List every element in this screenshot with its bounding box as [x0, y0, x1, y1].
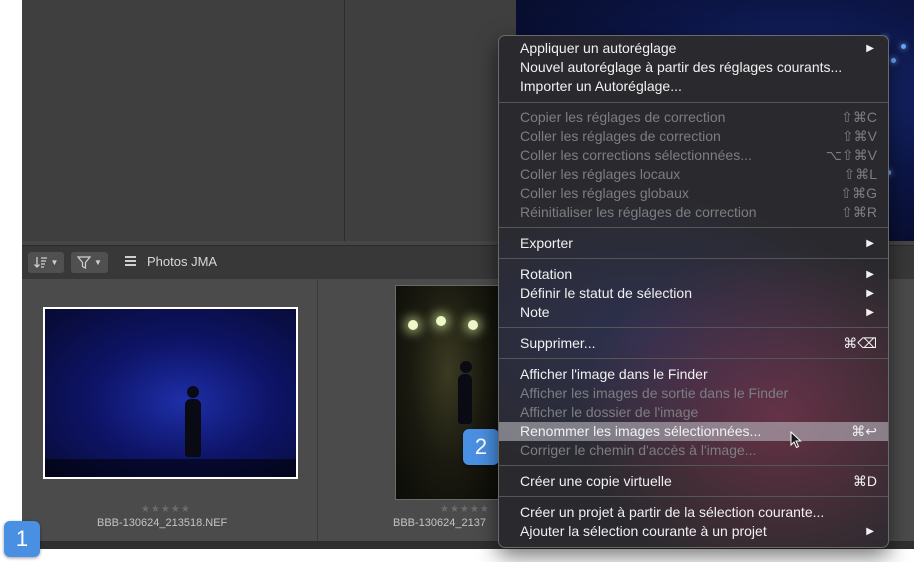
- menu-item-paste-adjustments: Coller les réglages de correction ⇧⌘V: [520, 128, 877, 144]
- sort-button[interactable]: ▼: [28, 252, 64, 273]
- menu-item-show-in-finder[interactable]: Afficher l'image dans le Finder: [499, 365, 888, 384]
- menu-item-selection-status[interactable]: Définir le statut de sélection ▶: [499, 284, 888, 303]
- thumbnail-divider: [317, 279, 318, 541]
- menu-item-reset-adjustments: Réinitialiser les réglages de correction…: [520, 204, 877, 220]
- album-name: Photos JMA: [147, 254, 218, 269]
- submenu-arrow-icon: ▶: [866, 288, 874, 299]
- filter-button[interactable]: ▼: [71, 252, 108, 273]
- menu-separator: [499, 496, 888, 497]
- menu-item-paste-local: Coller les réglages locaux ⇧⌘L: [520, 166, 877, 182]
- menu-separator: [499, 258, 888, 259]
- menu-separator: [499, 465, 888, 466]
- sort-icon: [33, 257, 47, 268]
- chevron-down-icon: ▼: [94, 258, 102, 267]
- thumbnail-filename: BBB-130624_2137: [393, 517, 486, 529]
- menu-item-rotation[interactable]: Rotation ▶: [499, 265, 888, 284]
- menu-item-show-image-folder: Afficher le dossier de l'image: [520, 404, 699, 420]
- submenu-arrow-icon: ▶: [866, 526, 874, 537]
- menu-separator: [499, 102, 888, 103]
- context-menu: Appliquer un autoréglage ▶ Nouvel autorég…: [498, 35, 889, 548]
- thumbnail-filename: BBB-130624_213518.NEF: [97, 517, 228, 529]
- menu-item-paste-selected: Coller les corrections sélectionnées... ⌥…: [520, 147, 877, 163]
- menu-item-virtual-copy[interactable]: Créer une copie virtuelle ⌘D: [499, 472, 888, 491]
- menu-item-copy-adjustments: Copier les réglages de correction ⇧⌘C: [520, 109, 877, 125]
- rating-stars[interactable]: ★★★★★: [141, 504, 191, 515]
- thumbnail-selected[interactable]: [43, 307, 298, 479]
- menu-item-rename-selected[interactable]: Renommer les images sélectionnées... ⌘↩: [499, 422, 888, 441]
- step-badge-1: 1: [4, 521, 40, 557]
- thumbnail[interactable]: [395, 285, 501, 500]
- menu-item-paste-global: Coller les réglages globaux ⇧⌘G: [520, 185, 877, 201]
- mouse-cursor-icon: [790, 431, 802, 449]
- step-badge-2: 2: [463, 429, 499, 465]
- submenu-arrow-icon: ▶: [866, 43, 874, 54]
- menu-separator: [499, 227, 888, 228]
- menu-item-show-output-in-finder: Afficher les images de sortie dans le Fi…: [520, 385, 789, 401]
- menu-item-fix-path: Corriger le chemin d'accès à l'image...: [520, 442, 757, 458]
- menu-item-import-preset[interactable]: Importer un Autoréglage...: [499, 77, 888, 96]
- submenu-arrow-icon: ▶: [866, 307, 874, 318]
- submenu-arrow-icon: ▶: [866, 238, 874, 249]
- viewer-divider: [344, 0, 345, 241]
- grid-icon[interactable]: [125, 256, 136, 267]
- menu-item-add-to-project[interactable]: Ajouter la sélection courante à un proje…: [499, 522, 888, 541]
- menu-item-create-project[interactable]: Créer un projet à partir de la sélection…: [499, 503, 888, 522]
- menu-item-new-preset[interactable]: Nouvel autoréglage à partir des réglages…: [499, 58, 888, 77]
- chevron-down-icon: ▼: [50, 258, 59, 267]
- menu-item-delete[interactable]: Supprimer... ⌘⌫: [499, 334, 888, 353]
- menu-item-apply-preset[interactable]: Appliquer un autoréglage ▶: [499, 39, 888, 58]
- menu-item-rating[interactable]: Note ▶: [499, 303, 888, 322]
- filter-icon: [77, 256, 92, 269]
- menu-separator: [499, 358, 888, 359]
- submenu-arrow-icon: ▶: [866, 269, 874, 280]
- menu-separator: [499, 327, 888, 328]
- rating-stars[interactable]: ★★★★★: [440, 504, 490, 515]
- menu-item-export[interactable]: Exporter ▶: [499, 234, 888, 253]
